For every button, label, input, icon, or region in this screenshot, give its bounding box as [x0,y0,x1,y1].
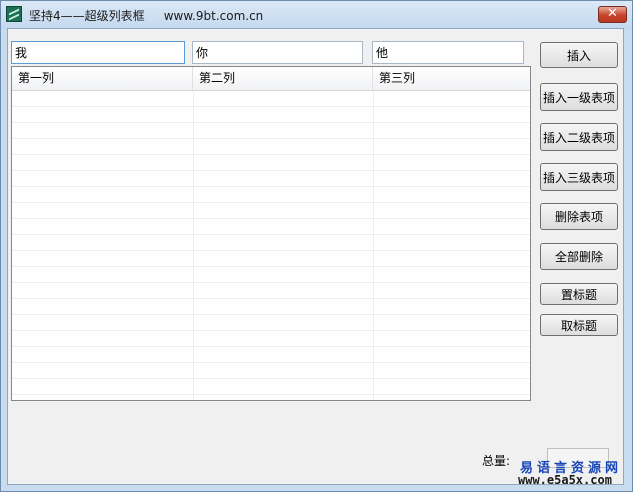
table-row[interactable] [12,139,530,155]
table-row[interactable] [12,379,530,395]
table-row[interactable] [12,315,530,331]
column1-input[interactable] [11,41,185,64]
title-bar[interactable]: 坚持4——超级列表框 www.9bt.com.cn ✕ [1,1,632,29]
super-listview[interactable]: 第一列 第二列 第三列 [11,66,531,401]
table-row[interactable] [12,171,530,187]
table-row[interactable] [12,347,530,363]
table-row[interactable] [12,251,530,267]
table-row[interactable] [12,107,530,123]
table-row[interactable] [12,283,530,299]
total-label: 总量: [482,454,511,468]
listview-body[interactable] [12,91,530,400]
column-header-2[interactable]: 第二列 [193,67,373,90]
table-row[interactable] [12,363,530,379]
table-row[interactable] [12,187,530,203]
table-row[interactable] [12,203,530,219]
delete-all-button[interactable]: 全部删除 [540,243,618,270]
table-row[interactable] [12,299,530,315]
insert-level1-button[interactable]: 插入一级表项 [540,83,618,111]
table-row[interactable] [12,155,530,171]
table-row[interactable] [12,267,530,283]
column-divider [373,91,374,400]
table-row[interactable] [12,331,530,347]
column-header-3[interactable]: 第三列 [373,67,530,90]
column-header-1[interactable]: 第一列 [12,67,193,90]
table-row[interactable] [12,123,530,139]
column2-input[interactable] [192,41,363,64]
table-row[interactable] [12,235,530,251]
set-title-button[interactable]: 置标题 [540,283,618,305]
get-title-button[interactable]: 取标题 [540,314,618,336]
listview-header: 第一列 第二列 第三列 [12,67,530,91]
column3-input[interactable] [372,41,524,64]
delete-item-button[interactable]: 删除表项 [540,203,618,230]
window-title: 坚持4——超级列表框 www.9bt.com.cn [29,9,264,23]
column-divider [193,91,194,400]
insert-level3-button[interactable]: 插入三级表项 [540,163,618,191]
table-row[interactable] [12,91,530,107]
insert-button[interactable]: 插入 [540,42,618,68]
table-row[interactable] [12,219,530,235]
app-icon [6,6,22,22]
watermark-url: www.e5a5x.com [518,473,612,487]
insert-level2-button[interactable]: 插入二级表项 [540,123,618,151]
close-button[interactable]: ✕ [598,6,627,23]
